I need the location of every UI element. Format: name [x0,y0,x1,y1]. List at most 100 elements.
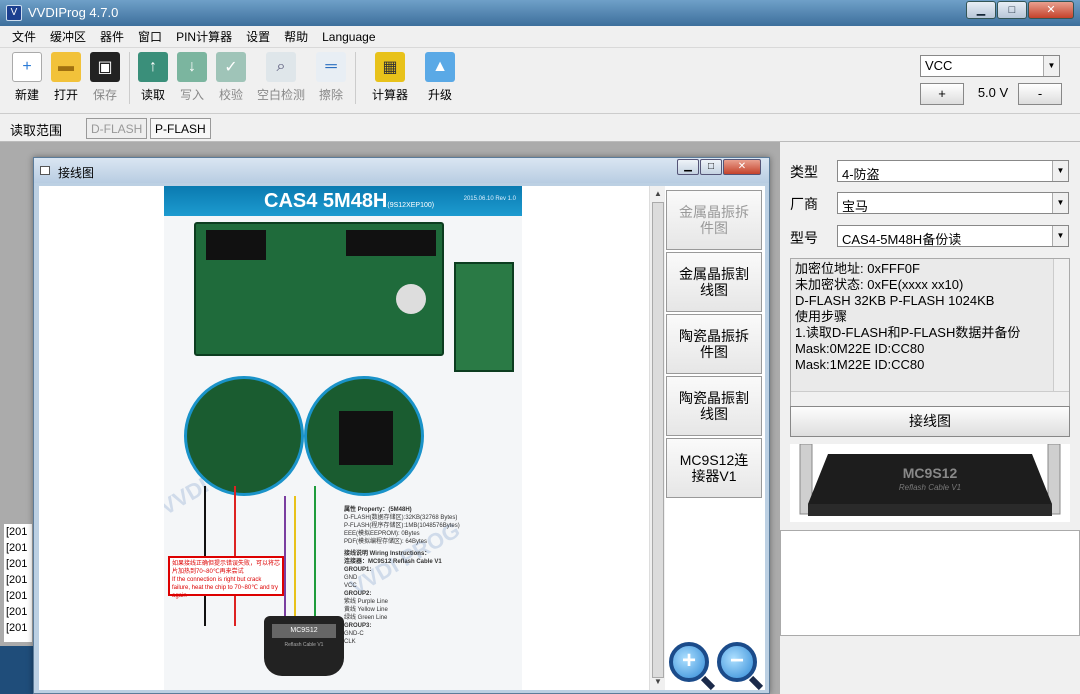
diagram-option-metal-crystal-cut[interactable]: 金属晶振割线图 [666,252,762,312]
prop-line: CLK [344,639,356,645]
scrollbar-thumb[interactable] [652,202,664,678]
prop-line: GROUP2: [344,591,372,597]
wiring-diagram-button[interactable]: 接线图 [790,406,1070,437]
pcb-board-side [454,262,514,372]
dflash-toggle[interactable]: D-FLASH [86,118,148,139]
warning-note: 如果接线正确但提示错误失败，可以将芯片加热到70~80℃再来尝试 If the … [168,556,284,599]
vcc-minus-button[interactable]: - [1018,83,1062,105]
menu-buffer[interactable]: 缓冲区 [50,28,86,45]
pflash-toggle[interactable]: P-FLASH [150,118,211,139]
model-select[interactable]: CAS4-5M48H备份读 ▼ [837,225,1069,247]
device-info-text[interactable]: 加密位地址: 0xFFF0F 未加密状态: 0xFE(xxxx xx10) D-… [790,258,1070,408]
chevron-down-icon: ▼ [1043,56,1059,76]
output-log[interactable] [780,530,1080,636]
device-panel: 类型 4-防盗 ▼ 厂商 宝马 ▼ 型号 CAS4-5M48H备份读 ▼ 加密位… [780,142,1080,694]
menu-file[interactable]: 文件 [12,28,36,45]
type-select[interactable]: 4-防盗 ▼ [837,160,1069,182]
new-button[interactable]: + 新建 [8,52,46,104]
pcb-connector [206,230,266,260]
prop-line: GND [344,575,358,581]
cable-connector-icon: MC9S12 Reflash Cable V1 [799,443,1061,516]
diagram-vertical-scrollbar[interactable]: ▲ ▼ [649,186,665,690]
zoom-in-icon[interactable]: + [669,642,709,682]
log-line: [201 [6,622,28,634]
read-button[interactable]: ↑ 读取 [134,52,172,104]
maximize-button[interactable]: □ [997,1,1027,19]
chevron-down-icon: ▼ [1052,226,1068,246]
log-line: [201 [6,590,28,602]
pcb-capacitor [396,284,426,314]
info-vertical-scrollbar[interactable] [1053,259,1069,393]
erase-button[interactable]: ═ 擦除 [312,52,350,104]
prop-line: 绿线 Green Line [344,615,388,621]
info-line: D-FLASH 32KB P-FLASH 1024KB [795,293,995,308]
connector-sublabel: Reflash Cable V1 [284,642,324,648]
vcc-select[interactable]: VCC ▼ [920,55,1060,77]
write-label: 写入 [179,88,204,102]
upgrade-label: 升级 [427,88,452,102]
dialog-title: 接线图 [58,166,95,180]
dialog-close-button[interactable]: ✕ [723,159,761,175]
info-line: 未加密状态: 0xFE(xxxx xx10) [795,277,964,292]
prop-line: P-FLASH(程序存储区):1MB(1048576Bytes) [344,523,460,529]
scroll-up-icon[interactable]: ▲ [650,186,666,202]
info-line: 加密位地址: 0xFFF0F [795,261,920,276]
diagram-option-metal-crystal-removal[interactable]: 金属晶振拆件图 [666,190,762,250]
erase-label: 擦除 [318,88,343,102]
blank-check-icon: ⌕ [266,52,296,82]
scroll-down-icon[interactable]: ▼ [650,674,666,690]
type-label: 类型 [790,164,818,180]
wire-green [314,486,316,626]
type-select-value: 4-防盗 [842,167,880,182]
verify-button[interactable]: ✓ 校验 [212,52,250,104]
vcc-plus-button[interactable]: + [920,83,964,105]
wiring-diagram-image: VVDI PROG VVDI PROG VVDI PROG CAS4 5M48H… [164,186,522,690]
dialog-maximize-button[interactable]: □ [700,159,722,175]
mc9s12-connector: MC9S12 Reflash Cable V1 [264,616,344,676]
menu-help[interactable]: 帮助 [284,28,308,45]
new-file-icon: + [12,52,42,82]
prop-line: PDF(模拟编程存储区): 64Bytes [344,539,428,545]
warning-note-en: If the connection is right but crack fai… [172,577,278,599]
menu-window[interactable]: 窗口 [138,28,162,45]
diagram-option-ceramic-crystal-removal[interactable]: 陶瓷晶振拆件图 [666,314,762,374]
verify-icon: ✓ [216,52,246,82]
calculator-icon: ▦ [375,52,405,82]
zoom-handle [748,675,764,691]
blank-check-button[interactable]: ⌕ 空白检测 [251,52,311,104]
menu-settings[interactable]: 设置 [246,28,270,45]
write-chip-icon: ↓ [177,52,207,82]
menu-language[interactable]: Language [322,30,375,44]
wire-purple [284,496,286,626]
info-line: Mask:0M22E ID:CC80 [795,341,925,356]
dialog-title-bar: 接线图 ▁ □ ✕ [34,158,769,183]
menu-device[interactable]: 器件 [100,28,124,45]
diagram-header: CAS4 5M48H(9S12XEP100) 2015.06.10 Rev 1.… [164,186,522,216]
new-label: 新建 [14,88,39,102]
mcu-chip [339,411,393,465]
title-bar: V VVDIProg 4.7.0 ▁ □ ✕ [0,0,1080,26]
calculator-button[interactable]: ▦ 计算器 [360,52,420,104]
prop-line: 连接器：MC9S12 Reflash Cable V1 [344,559,442,565]
zoom-handle [700,675,716,691]
minimize-button[interactable]: ▁ [966,1,996,19]
info-horizontal-scrollbar[interactable] [791,391,1069,407]
open-button[interactable]: ▬ 打开 [47,52,85,104]
diagram-option-ceramic-crystal-cut[interactable]: 陶瓷晶振割线图 [666,376,762,436]
close-button[interactable]: ✕ [1028,1,1074,19]
write-button[interactable]: ↓ 写入 [173,52,211,104]
chevron-down-icon: ▼ [1052,161,1068,181]
dialog-minimize-button[interactable]: ▁ [677,159,699,175]
diagram-option-mc9s12-connector[interactable]: MC9S12连接器V1 [666,438,762,498]
upgrade-button[interactable]: ▲ 升级 [421,52,459,104]
zoom-out-icon[interactable]: − [717,642,757,682]
log-line: [201 [6,606,28,618]
read-label: 读取 [140,88,165,102]
diagram-selector-list: 金属晶振拆件图 金属晶振割线图 陶瓷晶振拆件图 陶瓷晶振割线图 MC9S12连接… [666,190,763,660]
vendor-select[interactable]: 宝马 ▼ [837,192,1069,214]
log-list: [201 [201 [201 [201 [201 [201 [201 [4,524,32,642]
menu-pin-calculator[interactable]: PIN计算器 [176,28,232,45]
prop-line: 属性 Property：(5M48H) [344,507,412,513]
save-button[interactable]: ▣ 保存 [86,52,124,104]
property-text: 属性 Property：(5M48H) D-FLASH(数据存储区):32KB(… [344,506,514,646]
